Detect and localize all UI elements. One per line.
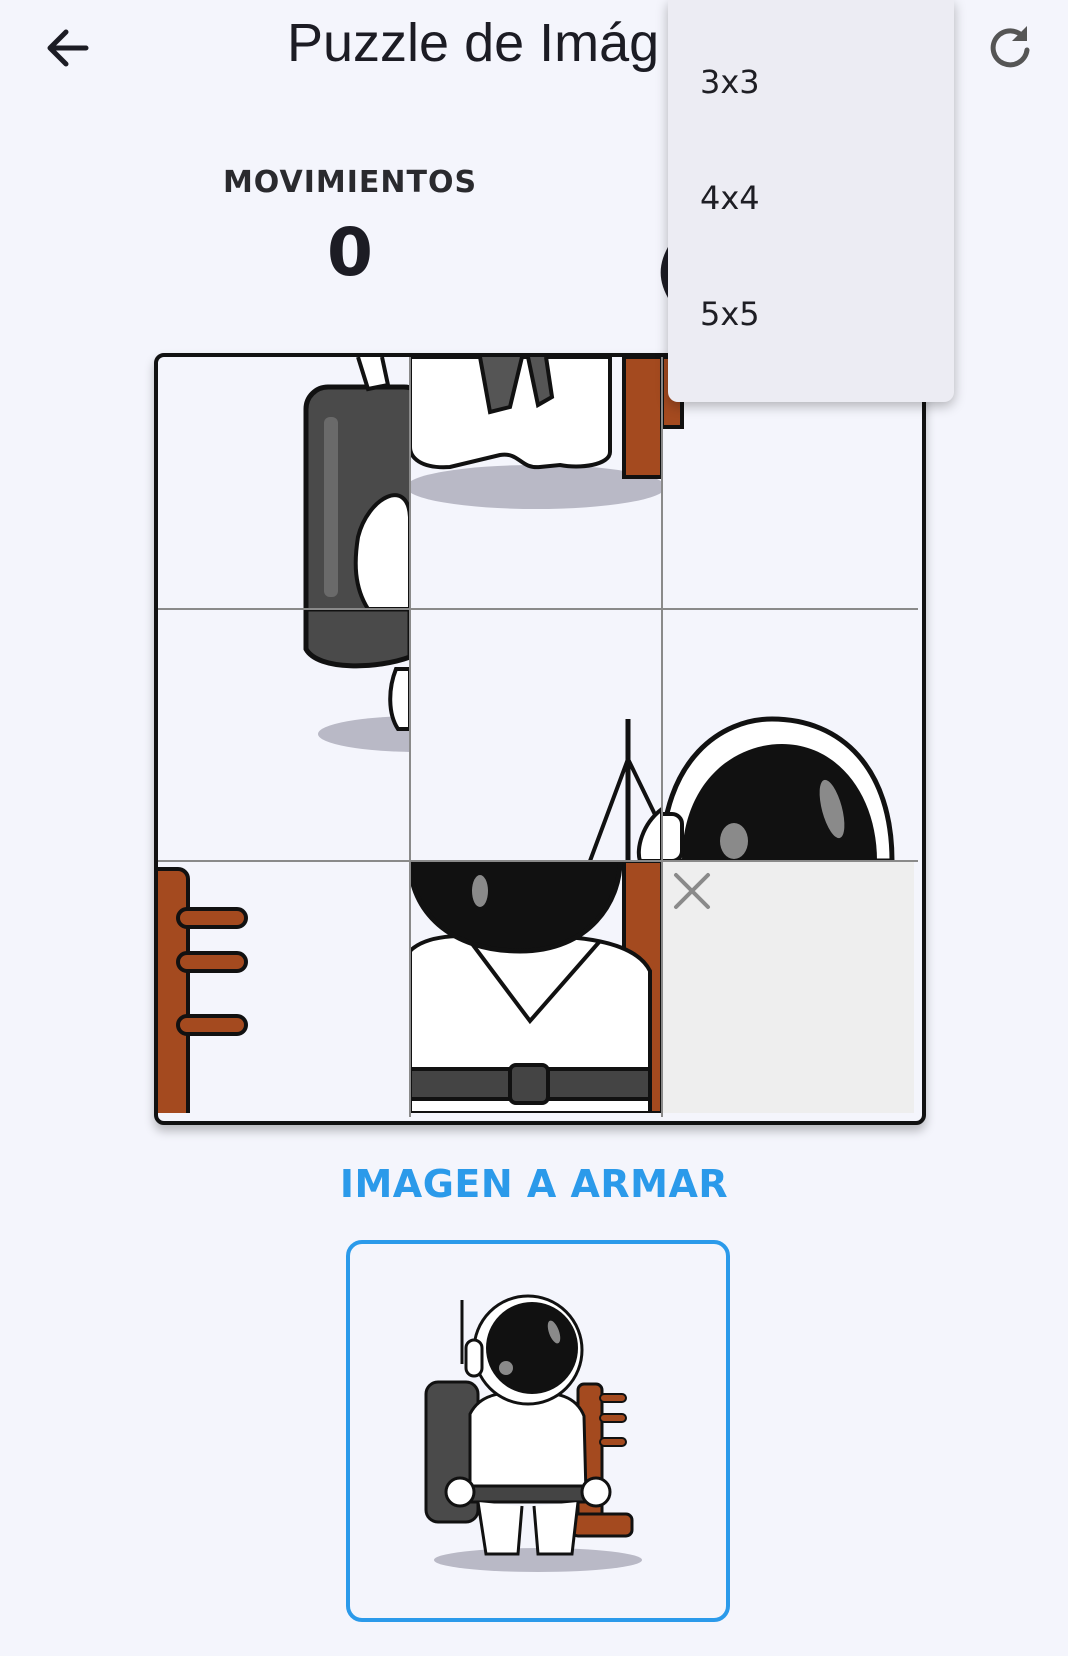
page-title: Puzzle de Imág <box>287 13 660 73</box>
target-image-preview <box>346 1240 730 1622</box>
puzzle-board <box>154 353 926 1125</box>
menu-item-5x5[interactable]: 5x5 <box>668 284 954 344</box>
puzzle-tile[interactable] <box>410 357 662 609</box>
puzzle-tile[interactable] <box>158 357 410 609</box>
moves-value: 0 <box>327 214 373 291</box>
arrow-left-icon <box>47 29 89 67</box>
grid-size-menu: 3x3 4x4 5x5 <box>668 0 954 402</box>
grid-divider <box>158 860 918 862</box>
puzzle-tile[interactable] <box>158 609 410 861</box>
close-icon <box>674 873 710 909</box>
grid-divider <box>409 357 411 1117</box>
astronaut-karate-image <box>424 1294 642 1572</box>
refresh-button[interactable] <box>980 16 1040 76</box>
moves-stat: MOVIMIENTOS 0 <box>210 165 490 291</box>
puzzle-tile[interactable] <box>662 609 914 861</box>
puzzle-tile[interactable] <box>410 861 662 1113</box>
target-image-label: IMAGEN A ARMAR <box>339 1162 729 1206</box>
menu-item-4x4[interactable]: 4x4 <box>668 168 954 228</box>
refresh-icon <box>990 26 1030 68</box>
puzzle-tile[interactable] <box>410 609 662 861</box>
moves-label: MOVIMIENTOS <box>222 165 478 200</box>
grid-divider <box>158 608 918 610</box>
puzzle-tile[interactable] <box>158 861 410 1113</box>
grid-divider <box>661 357 663 1117</box>
empty-tile <box>662 861 914 1113</box>
back-button[interactable] <box>38 18 98 78</box>
menu-item-3x3[interactable]: 3x3 <box>668 52 954 112</box>
